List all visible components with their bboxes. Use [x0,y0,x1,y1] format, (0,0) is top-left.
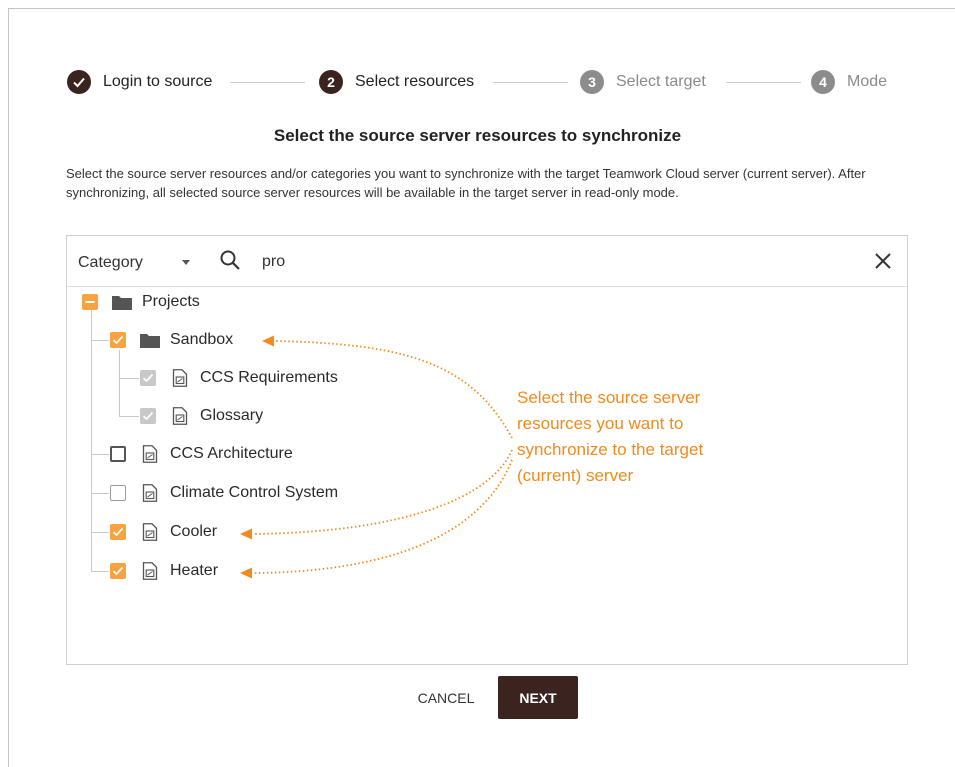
project-file-icon [140,523,160,541]
tree-item-climate-control-system[interactable]: Climate Control System [110,479,338,507]
tree-connector [119,378,139,379]
checkbox-checked-disabled [140,370,156,386]
checkbox-unchecked[interactable] [110,446,126,462]
resource-panel: Category Projects [66,235,908,665]
step-select-target[interactable]: 3 Select target [580,69,706,95]
tree-item-label: Projects [142,293,200,310]
step-number: 3 [580,70,604,94]
search-bar: Category [67,236,907,287]
search-icon [220,250,240,270]
cancel-button[interactable]: CANCEL [404,678,488,718]
step-connector [493,82,568,83]
tree-item-sandbox[interactable]: Sandbox [110,326,233,354]
checkbox-checked-disabled [140,408,156,424]
tree-item-label: Sandbox [170,331,234,348]
tree-item-label: Glossary [200,407,264,424]
step-number: 4 [811,70,835,94]
checkbox-checked[interactable] [110,524,126,540]
project-file-icon [140,445,160,463]
step-number: 2 [319,70,343,94]
tree-connector [91,493,109,494]
wizard-stepper: Login to source 2 Select resources 3 Sel… [67,69,892,95]
tree-item-ccs-requirements[interactable]: CCS Requirements [140,364,338,392]
tree-item-cooler[interactable]: Cooler [110,518,217,546]
annotation-line: Select the source server [517,388,701,407]
folder-icon [140,331,160,349]
project-file-icon [170,407,190,425]
tree-connector [91,340,109,341]
checkbox-indeterminate[interactable] [82,294,98,310]
tree-item-label: Heater [170,562,219,579]
tree-item-heater[interactable]: Heater [110,557,218,585]
checkbox-checked[interactable] [110,563,126,579]
project-file-icon [170,369,190,387]
project-file-icon [140,562,160,580]
step-connector [230,82,305,83]
check-icon [67,70,91,94]
checkbox-checked[interactable] [110,332,126,348]
tree-item-label: CCS Requirements [200,369,338,386]
step-mode[interactable]: 4 Mode [811,69,887,95]
step-label: Login to source [103,73,213,90]
tree-item-label: Cooler [170,523,218,540]
chevron-down-icon[interactable] [182,260,190,265]
step-label: Select resources [355,73,475,90]
step-connector [726,82,801,83]
annotation-callout: Select the source server resources you w… [517,385,703,489]
tree-item-projects[interactable]: Projects [82,288,200,316]
folder-icon [112,293,132,311]
tree-item-label: CCS Architecture [170,445,293,462]
annotation-line: (current) server [517,466,634,485]
close-icon[interactable] [873,251,893,271]
tree-connector [91,571,109,572]
step-label: Mode [847,73,888,90]
checkbox-unchecked[interactable] [110,485,126,501]
step-login-to-source[interactable]: Login to source [67,69,212,95]
tree-connector [91,454,109,455]
tree-connector [91,532,109,533]
step-select-resources[interactable]: 2 Select resources [319,69,474,95]
page-title: Select the source server resources to sy… [273,126,682,145]
tree-connector [119,350,120,416]
page-description: Select the source server resources and/o… [66,166,866,200]
tree-item-label: Climate Control System [170,484,339,501]
tree-connector [119,416,139,417]
project-file-icon [140,484,160,502]
annotation-line: resources you want to [517,414,684,433]
step-label: Select target [616,73,706,90]
search-input[interactable] [262,251,822,273]
annotation-line: synchronize to the target [517,440,704,459]
tree-item-ccs-architecture[interactable]: CCS Architecture [110,440,293,468]
next-button[interactable]: NEXT [498,676,578,719]
category-filter-select[interactable]: Category [78,254,143,272]
tree-item-glossary[interactable]: Glossary [140,402,263,430]
resource-tree: Projects Sandbox CCS Requirements Glossa… [67,288,907,664]
